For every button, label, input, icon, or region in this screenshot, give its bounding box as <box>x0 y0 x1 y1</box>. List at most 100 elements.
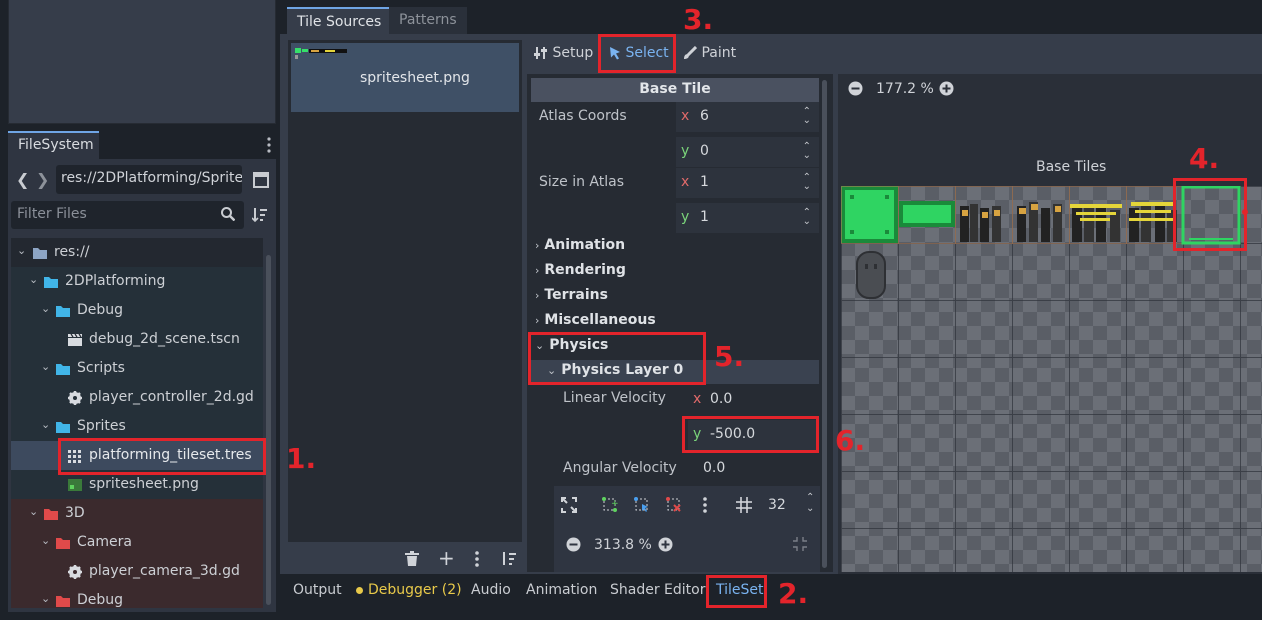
tree-item-scripts[interactable]: ⌄ Scripts <box>11 354 263 383</box>
tab-output[interactable]: Output <box>293 582 342 598</box>
scene-dock <box>8 0 276 124</box>
atlas-zoom-label: 177.2 % <box>876 81 934 97</box>
folder-icon <box>44 276 58 288</box>
tree-item-debug[interactable]: ⌄ Debug <box>11 296 263 325</box>
section-rendering[interactable]: › Rendering <box>535 262 626 278</box>
expand-icon[interactable] <box>561 497 577 513</box>
base-tiles-label: Base Tiles <box>1036 159 1107 175</box>
annotation-label-2: 2. <box>778 577 809 610</box>
sort-icon[interactable] <box>501 551 517 567</box>
toggle-split-icon[interactable] <box>253 172 269 188</box>
trash-icon[interactable] <box>405 551 419 567</box>
paint-button[interactable]: Paint <box>683 43 736 65</box>
path-input[interactable]: res://2DPlatforming/Sprite <box>56 165 242 194</box>
tree-item-3d[interactable]: ⌄ 3D <box>11 499 263 528</box>
atlas-coords-label: Atlas Coords <box>539 108 627 124</box>
clapperboard-icon <box>68 334 82 346</box>
annotation-box-6 <box>682 416 819 453</box>
grid-size-spinbox[interactable]: 32 ⌃ ⌄ <box>762 490 822 520</box>
annotation-label-3: 3. <box>683 3 714 36</box>
tree-item-player-camera[interactable]: player_camera_3d.gd <box>11 557 263 586</box>
tab-audio[interactable]: Audio <box>471 582 511 598</box>
folder-icon <box>56 305 70 317</box>
sources-toolbar: + <box>400 546 525 570</box>
setup-button[interactable]: Setup <box>534 43 593 65</box>
search-icon <box>221 207 235 221</box>
tree-item-player-controller[interactable]: player_controller_2d.gd <box>11 383 263 412</box>
annotation-label-6: 6. <box>835 424 866 457</box>
tree-item-2dplatforming[interactable]: ⌄ 2DPlatforming <box>11 267 263 296</box>
sort-icon[interactable] <box>252 207 268 223</box>
annotation-box-1 <box>58 438 266 475</box>
angular-velocity-value[interactable]: 0.0 <box>703 460 725 476</box>
center-view-icon[interactable] <box>792 536 808 552</box>
size-y-field[interactable]: y 1 ⌃ ⌄ <box>676 203 819 233</box>
tab-tile-sources[interactable]: Tile Sources <box>287 7 392 34</box>
delete-polygon-icon[interactable] <box>666 497 682 513</box>
annotation-box-5 <box>528 332 706 385</box>
filesystem-scrollbar[interactable] <box>266 255 271 605</box>
dock-menu-icon[interactable] <box>266 136 272 154</box>
annotation-label-4: 4. <box>1189 142 1220 175</box>
add-polygon-icon[interactable]: + <box>602 497 618 513</box>
tile-sources-list <box>288 40 522 542</box>
linear-velocity-x-field[interactable]: x 0.0 <box>688 385 819 415</box>
zoom-in-icon[interactable] <box>658 537 673 552</box>
tree-item-debug-scene[interactable]: debug_2d_scene.tscn <box>11 325 263 354</box>
polygon-menu-icon[interactable] <box>703 497 707 513</box>
tab-patterns[interactable]: Patterns <box>389 7 467 34</box>
zoom-out-icon[interactable] <box>566 537 581 552</box>
annotation-label-1: 1. <box>286 442 317 475</box>
tree-item-debug-3d[interactable]: ⌄ Debug <box>11 586 263 608</box>
folder-icon <box>44 508 58 520</box>
folder-icon <box>56 595 70 607</box>
folder-icon <box>56 363 70 375</box>
annotation-label-5: 5. <box>714 340 745 373</box>
file-tree[interactable]: ⌄ res:// ⌄ 2DPlatforming ⌄ Debug debug_2… <box>11 238 263 608</box>
warning-dot-icon <box>356 586 363 594</box>
section-animation[interactable]: › Animation <box>535 237 625 253</box>
wrench-icon <box>534 46 548 60</box>
source-thumbnail <box>295 46 351 60</box>
folder-icon <box>33 247 47 259</box>
annotation-box-2 <box>706 575 767 608</box>
tab-animation[interactable]: Animation <box>526 582 597 598</box>
tree-item-res[interactable]: ⌄ res:// <box>11 238 263 267</box>
atlas-coords-y-field[interactable]: y 0 ⌃ ⌄ <box>676 137 819 167</box>
folder-icon <box>56 421 70 433</box>
svg-text:+: + <box>611 499 618 509</box>
filter-files-input[interactable]: Filter Files <box>11 201 244 229</box>
atlas-zoom-out-icon[interactable] <box>848 81 863 96</box>
inspector-zoom-label: 313.8 % <box>594 537 652 553</box>
size-x-field[interactable]: x 1 ⌃ ⌄ <box>676 168 819 198</box>
annotation-box-3 <box>598 34 676 73</box>
annotation-box-4 <box>1173 178 1247 251</box>
brush-icon <box>683 46 697 60</box>
image-icon <box>68 479 82 491</box>
folder-icon <box>56 537 70 549</box>
tab-filesystem[interactable]: FileSystem <box>8 131 99 159</box>
gear-icon <box>68 391 82 405</box>
add-icon[interactable]: + <box>438 546 455 570</box>
size-in-atlas-label: Size in Atlas <box>539 174 624 190</box>
tree-item-camera[interactable]: ⌄ Camera <box>11 528 263 557</box>
section-terrains[interactable]: › Terrains <box>535 287 608 303</box>
section-miscellaneous[interactable]: › Miscellaneous <box>535 312 656 328</box>
forward-icon[interactable]: ❯ <box>36 170 49 189</box>
back-icon[interactable]: ❮ <box>16 170 29 189</box>
gear-icon <box>68 565 82 579</box>
angular-velocity-label: Angular Velocity <box>563 460 677 476</box>
source-item-label: spritesheet.png <box>360 70 470 86</box>
atlas-zoom-in-icon[interactable] <box>939 81 954 96</box>
linear-velocity-label: Linear Velocity <box>563 390 666 406</box>
menu-dots-icon[interactable] <box>475 551 479 567</box>
tab-debugger[interactable]: Debugger (2) <box>356 582 462 598</box>
base-tile-header: Base Tile <box>531 78 819 102</box>
inspector-scrollbar[interactable] <box>822 80 827 568</box>
tab-shader-editor[interactable]: Shader Editor <box>610 582 705 598</box>
tree-item-sprites[interactable]: ⌄ Sprites <box>11 412 263 441</box>
atlas-coords-x-field[interactable]: x 6 ⌃ ⌄ <box>676 102 819 132</box>
grid-snap-icon[interactable] <box>736 497 752 513</box>
edit-polygon-icon[interactable] <box>634 497 650 513</box>
character-sprite <box>855 250 887 300</box>
